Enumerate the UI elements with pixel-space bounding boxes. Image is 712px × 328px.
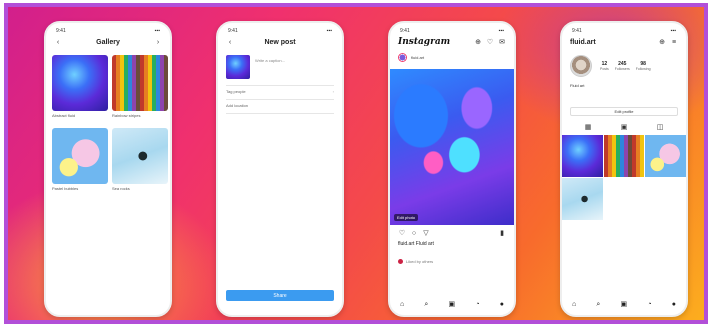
home-icon[interactable]: ⌂ bbox=[572, 301, 576, 308]
phone-compose: 9:41 ▪▪▪ ‹ New post Write a caption... Ta… bbox=[216, 21, 344, 317]
gallery-title: Gallery bbox=[96, 38, 120, 46]
gallery-navbar: ‹ Gallery › bbox=[54, 35, 162, 49]
stat-posts[interactable]: 12 Posts bbox=[600, 61, 609, 71]
profile-post-thumb[interactable] bbox=[562, 135, 603, 177]
phone-feed: 9:41 ▪▪▪ Instagram ⊕ ♡ ✉ fluid.art Edit p… bbox=[388, 21, 516, 317]
gallery-thumb[interactable] bbox=[112, 55, 168, 111]
gallery-thumb[interactable] bbox=[112, 128, 168, 184]
profile-username[interactable]: fluid.art bbox=[570, 39, 596, 46]
bottom-tabbar: ⌂ ⌕ ▣ ◔ ● bbox=[568, 299, 680, 309]
gallery-caption: Abstract fluid bbox=[52, 114, 76, 118]
status-bar: 9:41 ▪▪▪ bbox=[572, 28, 676, 34]
promo-banner: 9:41 ▪▪▪ ‹ Gallery › Abstract fluid Rainb… bbox=[4, 3, 708, 324]
comment-icon[interactable]: ○ bbox=[410, 229, 418, 237]
stat-label: Following bbox=[635, 67, 651, 71]
shop-icon[interactable]: ◔ bbox=[647, 301, 651, 308]
profile-grid bbox=[562, 135, 686, 220]
gallery-tile[interactable]: Rainbow stripes bbox=[112, 55, 168, 122]
reels-icon[interactable]: ▣ bbox=[621, 301, 628, 308]
post-caption: fluid.art Fluid art bbox=[398, 241, 434, 247]
phone-profile: 9:41 ▪▪▪ fluid.art ⊕ ≡ 12 Posts 245 Foll… bbox=[560, 21, 688, 317]
bottom-tabbar: ⌂ ⌕ ▣ ◔ ● bbox=[396, 299, 508, 309]
grid-icon[interactable]: ▦ bbox=[584, 123, 592, 131]
profile-stats: 12 Posts 245 Followers 98 Following bbox=[600, 61, 651, 71]
add-location-row[interactable]: Add location bbox=[226, 103, 248, 108]
profile-tabs: ▦ ▣ ◫ bbox=[570, 123, 678, 131]
feed-navbar: Instagram ⊕ ♡ ✉ bbox=[398, 35, 506, 49]
back-arrow-icon[interactable]: ‹ bbox=[54, 38, 62, 46]
search-icon[interactable]: ⌕ bbox=[596, 301, 600, 308]
status-bar: 9:41 ▪▪▪ bbox=[400, 28, 504, 34]
profile-post-thumb[interactable] bbox=[603, 135, 645, 177]
profile-post-thumb[interactable] bbox=[562, 178, 603, 220]
post-image[interactable]: Edit photo bbox=[390, 69, 514, 225]
profile-post-thumb[interactable] bbox=[645, 135, 686, 177]
tagged-icon[interactable]: ◫ bbox=[656, 123, 664, 131]
likes-text[interactable]: Liked by others bbox=[406, 259, 433, 264]
menu-icon[interactable]: ≡ bbox=[670, 38, 678, 46]
status-bar: 9:41 ▪▪▪ bbox=[56, 28, 160, 34]
heart-icon[interactable]: ♡ bbox=[398, 229, 406, 237]
gallery-caption: Rainbow stripes bbox=[112, 114, 141, 118]
stat-label: Followers bbox=[614, 67, 630, 71]
home-icon[interactable]: ⌂ bbox=[400, 301, 404, 308]
caption-input[interactable]: Write a caption... bbox=[255, 58, 285, 63]
gallery-caption: Sea rocks bbox=[112, 187, 130, 191]
reels-icon[interactable]: ▣ bbox=[620, 123, 628, 131]
avatar[interactable] bbox=[570, 55, 592, 77]
stat-following[interactable]: 98 Following bbox=[636, 61, 651, 71]
avatar[interactable] bbox=[398, 53, 407, 62]
profile-navbar: fluid.art ⊕ ≡ bbox=[570, 35, 678, 49]
profile-bio: Fluid art bbox=[570, 83, 585, 88]
post-username[interactable]: fluid.art bbox=[411, 55, 424, 60]
profile-icon[interactable]: ● bbox=[500, 301, 504, 308]
instagram-logo: Instagram bbox=[398, 37, 451, 47]
liker-avatar bbox=[398, 259, 403, 264]
reels-icon[interactable]: ▣ bbox=[449, 301, 456, 308]
search-icon[interactable]: ⌕ bbox=[424, 301, 428, 308]
divider bbox=[226, 99, 334, 100]
screenshot-frame: 9:41 ▪▪▪ ‹ Gallery › Abstract fluid Rainb… bbox=[0, 0, 712, 328]
status-bar: 9:41 ▪▪▪ bbox=[228, 28, 332, 34]
plus-icon[interactable]: ⊕ bbox=[658, 38, 666, 46]
compose-thumb bbox=[226, 55, 250, 79]
empty-slot bbox=[326, 38, 334, 46]
post-actions: ♡ ○ ▽ ▮ bbox=[398, 229, 506, 237]
gallery-tile[interactable]: Abstract fluid bbox=[52, 55, 108, 122]
tag-people-row[interactable]: Tag people bbox=[226, 89, 246, 94]
back-arrow-icon[interactable]: ‹ bbox=[226, 38, 234, 46]
gallery-tile[interactable]: Sea rocks bbox=[112, 128, 168, 195]
share-icon[interactable]: ▽ bbox=[422, 229, 430, 237]
bookmark-icon[interactable]: ▮ bbox=[498, 229, 506, 237]
gallery-caption: Pastel bubbles bbox=[52, 187, 79, 191]
compose-navbar: ‹ New post bbox=[226, 35, 334, 49]
gallery-tile[interactable]: Pastel bubbles bbox=[52, 128, 108, 195]
compose-title: New post bbox=[264, 38, 296, 46]
share-button[interactable]: Share bbox=[226, 290, 334, 301]
profile-header: 12 Posts 245 Followers 98 Following bbox=[570, 55, 678, 77]
gallery-thumb[interactable] bbox=[52, 55, 108, 111]
plus-icon[interactable]: ⊕ bbox=[474, 38, 482, 46]
heart-icon[interactable]: ♡ bbox=[486, 38, 494, 46]
edit-photo-tag[interactable]: Edit photo bbox=[394, 214, 419, 221]
likes-row: Liked by others bbox=[398, 259, 433, 264]
gallery-thumb[interactable] bbox=[52, 128, 108, 184]
profile-icon[interactable]: ● bbox=[672, 301, 676, 308]
chevron-right-icon: › bbox=[332, 89, 334, 94]
divider bbox=[226, 113, 334, 114]
stat-followers[interactable]: 245 Followers bbox=[615, 61, 630, 71]
shop-icon[interactable]: ◔ bbox=[475, 301, 479, 308]
forward-arrow-icon[interactable]: › bbox=[154, 38, 162, 46]
compose-header: Write a caption... bbox=[226, 55, 334, 79]
gallery-grid: Abstract fluid Rainbow stripes Pastel bu… bbox=[52, 55, 168, 195]
stat-label: Posts bbox=[600, 67, 609, 71]
phone-gallery: 9:41 ▪▪▪ ‹ Gallery › Abstract fluid Rainb… bbox=[44, 21, 172, 317]
messenger-icon[interactable]: ✉ bbox=[498, 38, 506, 46]
edit-profile-button[interactable]: Edit profile bbox=[570, 107, 678, 116]
post-header: fluid.art bbox=[398, 53, 506, 62]
divider bbox=[226, 85, 334, 86]
